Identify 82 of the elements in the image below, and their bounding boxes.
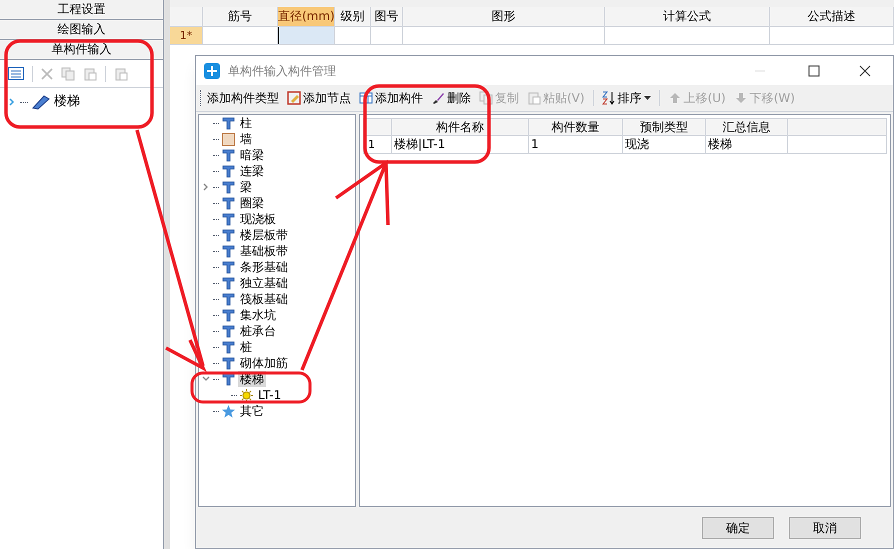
column-header[interactable]: 直径(mm) [278,7,335,26]
toolbar-button[interactable]: 添加构件类型 [205,89,281,107]
app-icon [204,62,220,78]
node-icon [287,91,301,105]
paste-icon [83,66,97,80]
copy-icon [479,91,493,105]
up-arrow-icon [668,91,682,105]
tree-item[interactable]: 梁 [238,179,254,195]
tree-item[interactable]: 其它 [238,403,266,419]
tree-item[interactable]: 楼层板带 [238,227,290,243]
component-icon [221,180,236,194]
tree-item[interactable]: 桩承台 [238,323,278,339]
component-icon [221,164,236,178]
component-icon [221,196,236,210]
chevron-down-icon[interactable] [202,375,210,383]
copy-icon [61,66,75,80]
table-cell: 现浇 [623,136,706,153]
table-cell: 楼梯|LT-1 [392,136,529,153]
paste-icon [527,91,541,105]
tree-item[interactable]: 独立基础 [238,275,290,291]
tree-item[interactable]: 条形基础 [238,259,290,275]
component-icon [221,228,236,242]
row-header: 1* [170,27,203,44]
tree-item[interactable]: 楼梯 [54,92,80,112]
table-cell: 楼梯 [706,136,788,153]
column-header[interactable]: 图号 [371,7,403,26]
component-icon [221,116,236,130]
component-icon [221,148,236,162]
toolbar-button[interactable]: 删除 [429,89,473,107]
tree-item[interactable]: 筏板基础 [238,291,290,307]
component-icon [221,212,236,226]
list-icon[interactable] [8,67,24,80]
component-icon [221,260,236,274]
table-cell: 1 [529,136,623,153]
toolbar-button[interactable]: 添加构件 [357,89,425,107]
tree-item[interactable]: 桩 [238,339,254,355]
caret-icon [644,96,651,100]
column-header[interactable]: 级别 [335,7,371,26]
chevron-right-icon[interactable] [8,98,16,106]
wall-icon [221,132,236,146]
column-header[interactable]: 汇总信息 [706,119,788,135]
component-icon [221,340,236,354]
brush-icon [431,91,445,105]
paste-icon [114,66,128,80]
panel-tab[interactable]: 绘图输入 [0,20,163,40]
star-icon [221,404,236,418]
component-icon [221,324,236,338]
tree-item[interactable]: 暗梁 [238,147,266,163]
sun-icon [239,388,254,402]
component-icon [221,292,236,306]
toolbar-button[interactable]: 排序 [600,89,653,107]
toolbar-button[interactable]: 添加节点 [285,89,353,107]
component-icon [221,372,236,386]
table-cell[interactable] [278,27,335,44]
panel-tab[interactable]: 工程设置 [0,0,163,20]
column-header[interactable]: 计算公式 [605,7,770,26]
component-icon [221,276,236,290]
component-icon [221,308,236,322]
sort-icon [602,91,616,105]
window-title: 单构件输入构件管理 [228,62,337,80]
tree-item[interactable]: 连梁 [238,163,266,179]
chevron-right-icon[interactable] [202,183,210,191]
tree-item[interactable]: 砌体加筋 [238,355,290,371]
column-header[interactable]: 构件数量 [529,119,623,135]
component-icon [221,356,236,370]
column-header[interactable]: 预制类型 [623,119,706,135]
tree-item[interactable]: 墙 [238,131,254,147]
tree-item[interactable]: 柱 [238,115,254,131]
column-header[interactable]: 构件名称 [392,119,529,135]
tree-item[interactable]: 圈梁 [238,195,266,211]
column-header[interactable]: 公式描述 [770,7,894,26]
stairs-icon [32,94,50,110]
tree-item[interactable]: 集水坑 [238,307,278,323]
tree-item[interactable]: 基础板带 [238,243,290,259]
tree-item[interactable]: LT-1 [256,387,284,403]
row-header: 1 [364,136,392,153]
tree-item[interactable]: 现浇板 [238,211,278,227]
column-header[interactable]: 图形 [403,7,605,26]
down-arrow-icon [734,91,748,105]
dialog-button[interactable]: 确定 [702,516,774,538]
dialog-button[interactable]: 取消 [789,516,861,538]
component-icon [221,244,236,258]
